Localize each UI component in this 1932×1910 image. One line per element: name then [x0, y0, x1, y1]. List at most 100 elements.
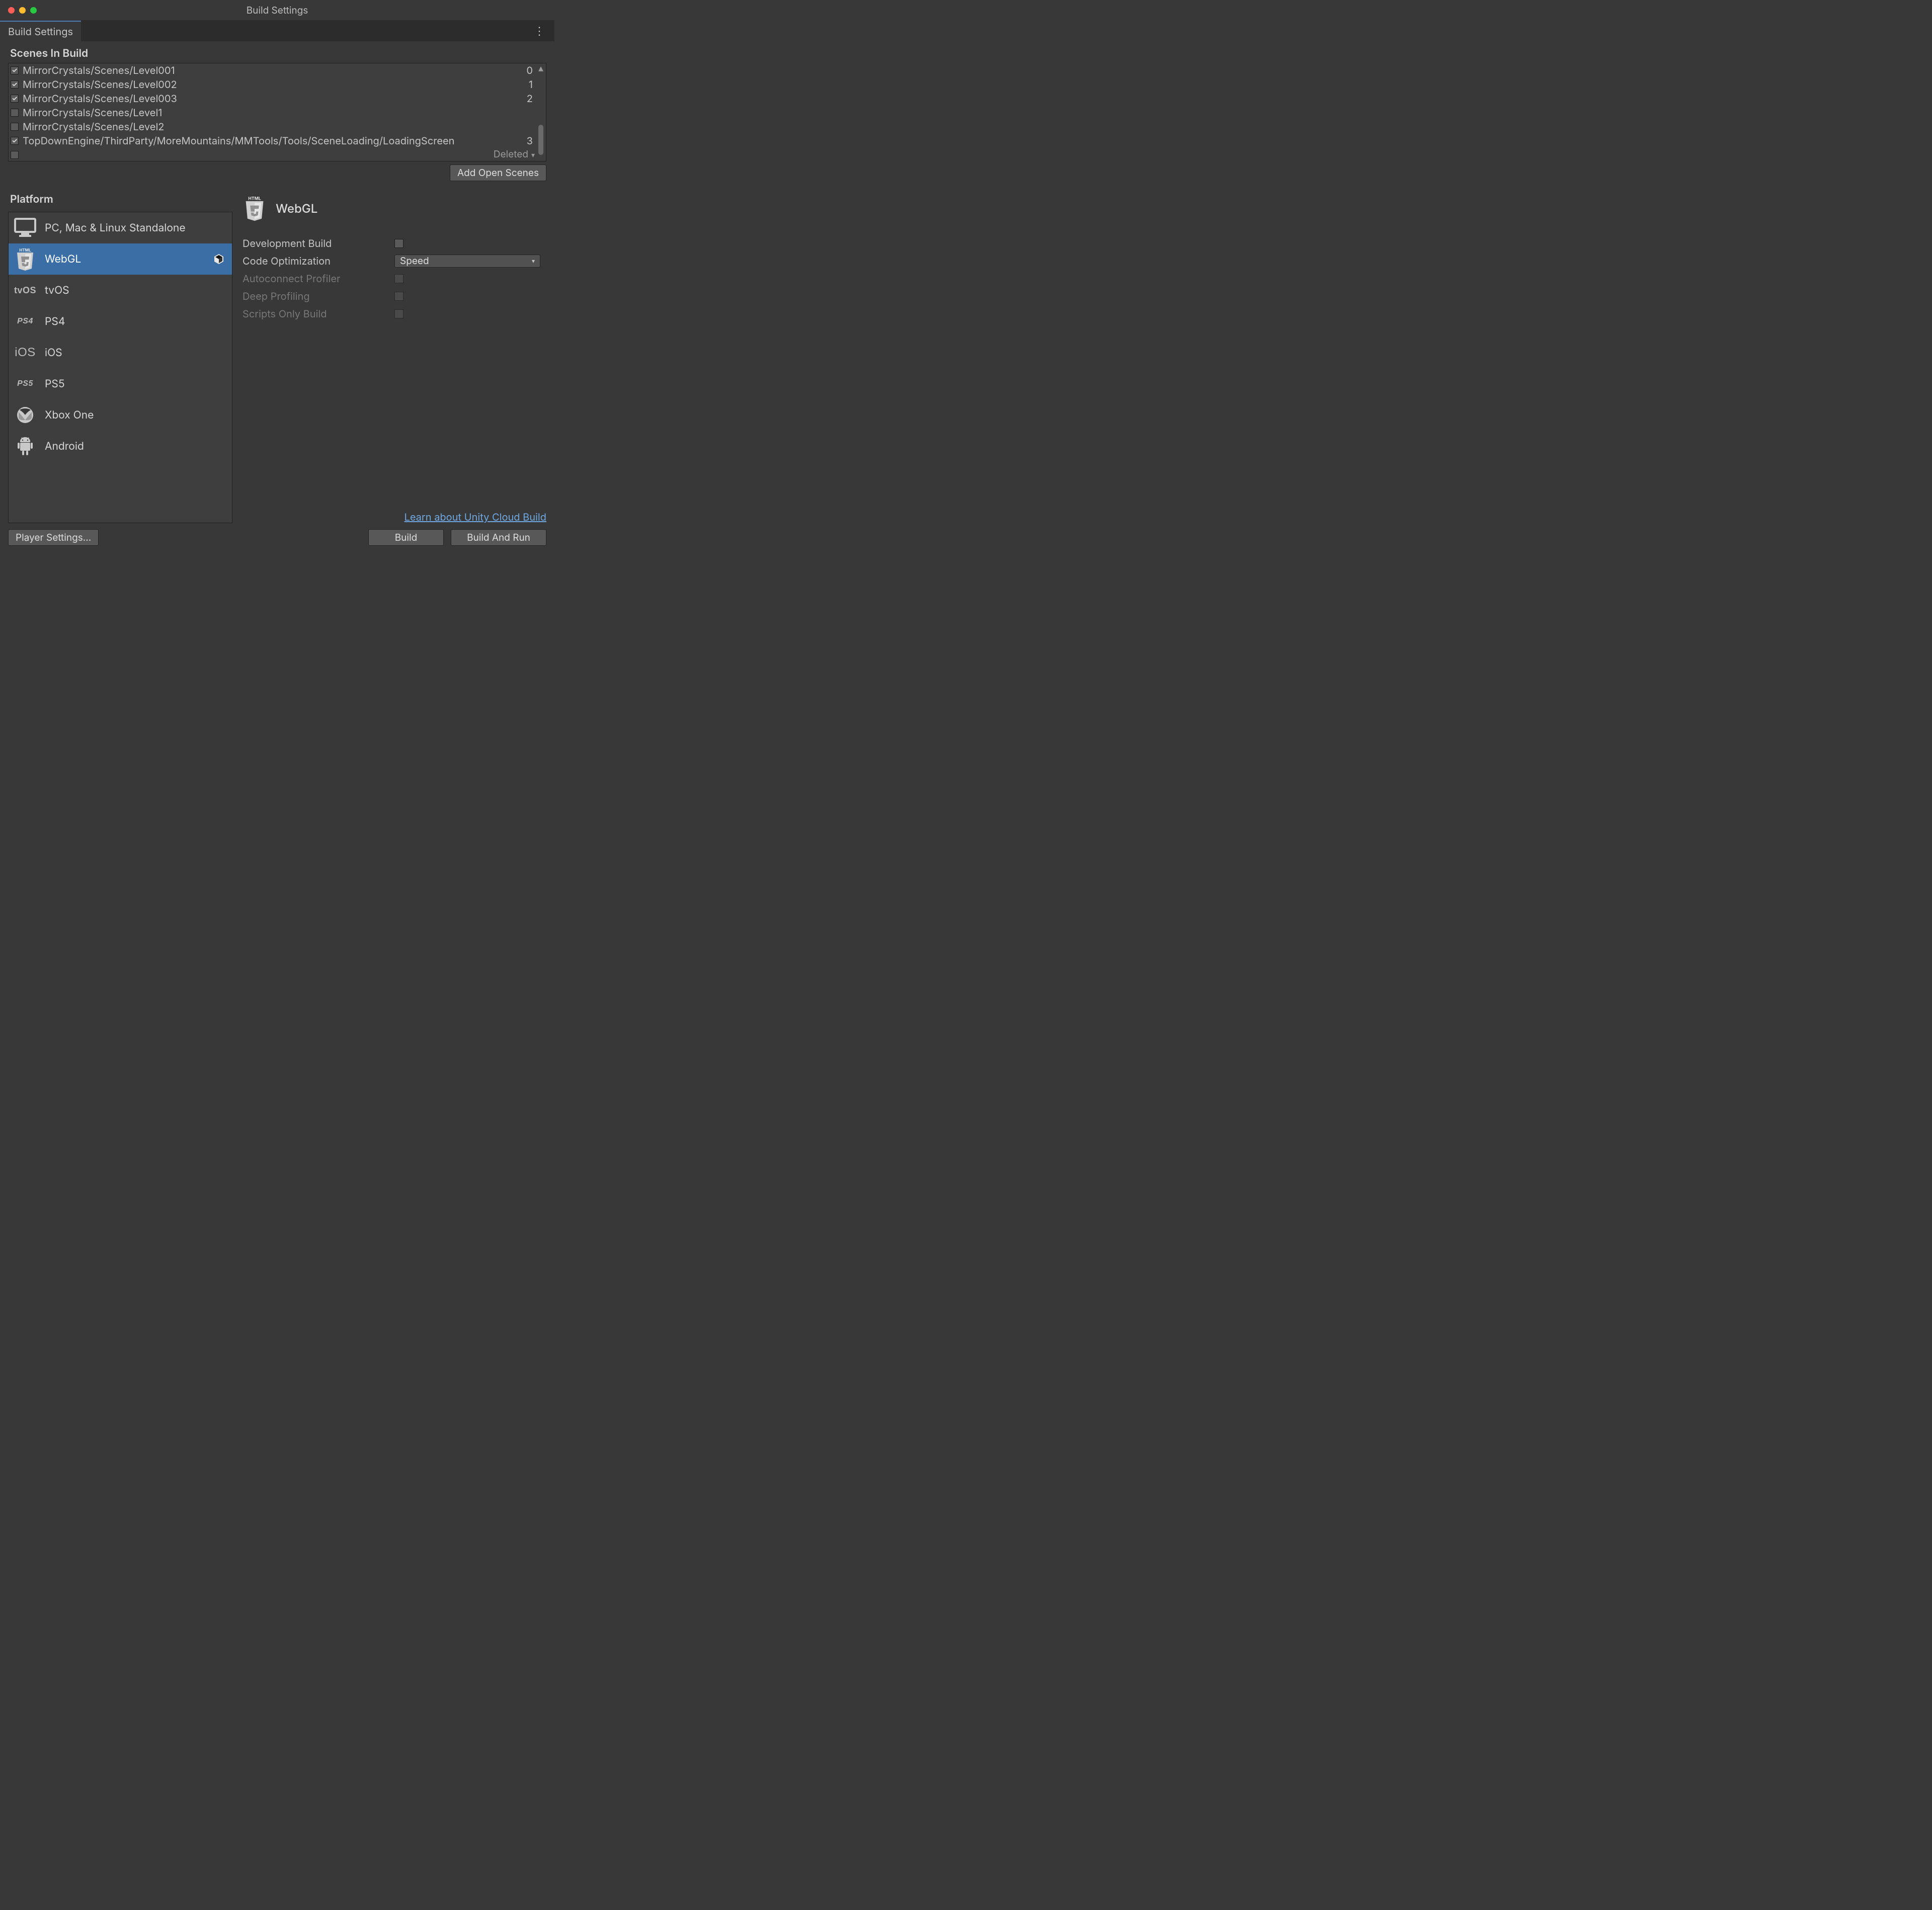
scenes-scrollbar[interactable]: ▴ — [537, 64, 545, 151]
xbox-icon — [14, 403, 37, 427]
platform-item-standalone[interactable]: PC, Mac & Linux Standalone — [9, 212, 232, 243]
platform-item-ps5[interactable]: PS5 PS5 — [9, 368, 232, 399]
scene-enabled-checkbox[interactable] — [11, 80, 19, 89]
scene-enabled-checkbox[interactable] — [11, 66, 19, 74]
scene-row[interactable]: MirrorCrystals/Scenes/Level1 — [9, 106, 536, 120]
platform-label: PS4 — [45, 315, 65, 328]
bottom-button-bar: Player Settings... Build Build And Run — [8, 529, 546, 546]
window-title: Build Settings — [0, 5, 554, 16]
android-icon — [14, 435, 37, 458]
scene-path: TopDownEngine/ThirdParty/MoreMountains/M… — [23, 135, 521, 147]
scene-row[interactable]: MirrorCrystals/Scenes/Level002 1 — [9, 77, 536, 92]
setting-label: Scripts Only Build — [243, 308, 394, 320]
player-settings-button[interactable]: Player Settings... — [8, 529, 99, 546]
svg-text:HTML: HTML — [19, 247, 31, 253]
scene-row[interactable]: MirrorCrystals/Scenes/Level2 — [9, 120, 536, 134]
scene-row[interactable]: MirrorCrystals/Scenes/Level001 0 — [9, 63, 536, 77]
scenes-heading: Scenes In Build — [10, 47, 546, 60]
platform-list: PC, Mac & Linux Standalone HTML WebGL tv… — [8, 212, 232, 523]
add-open-scenes-button[interactable]: Add Open Scenes — [450, 164, 546, 181]
scene-enabled-checkbox[interactable] — [11, 109, 19, 117]
scene-enabled-checkbox[interactable] — [11, 137, 19, 145]
platform-label: PC, Mac & Linux Standalone — [45, 222, 186, 234]
platform-settings-panel: HTML WebGL Development Build Code Optimi… — [243, 191, 546, 523]
setting-label: Code Optimization — [243, 255, 394, 267]
scene-enabled-checkbox[interactable] — [11, 151, 19, 159]
scene-row[interactable] — [9, 148, 536, 161]
tvos-text-icon: tvOS — [14, 279, 37, 302]
unity-cloud-build-link[interactable]: Learn about Unity Cloud Build — [405, 511, 546, 523]
scene-index: 3 — [521, 135, 536, 147]
platform-label: WebGL — [45, 253, 81, 266]
current-platform-indicator-icon — [213, 253, 225, 265]
setting-label: Development Build — [243, 237, 394, 250]
settings-header: HTML WebGL — [243, 196, 546, 220]
platform-item-tvos[interactable]: tvOS tvOS — [9, 275, 232, 306]
scene-index: 2 — [521, 93, 536, 105]
scene-path: MirrorCrystals/Scenes/Level003 — [23, 93, 521, 105]
setting-label: Autoconnect Profiler — [243, 273, 394, 285]
code-optimization-dropdown[interactable]: Speed ▾ — [394, 255, 540, 268]
ios-text-icon: iOS — [14, 341, 37, 364]
chevron-down-icon: ▾ — [532, 257, 535, 265]
build-and-run-button[interactable]: Build And Run — [451, 529, 546, 546]
window-titlebar: Build Settings — [0, 0, 554, 20]
platform-item-ios[interactable]: iOS iOS — [9, 337, 232, 368]
setting-label: Deep Profiling — [243, 290, 394, 302]
tab-bar: Build Settings — [0, 20, 554, 41]
platform-item-ps4[interactable]: PS4 PS4 — [9, 306, 232, 337]
platform-label: Android — [45, 440, 84, 453]
tab-label: Build Settings — [8, 26, 73, 38]
platform-item-webgl[interactable]: HTML WebGL — [9, 243, 232, 275]
scene-row[interactable]: TopDownEngine/ThirdParty/MoreMountains/M… — [9, 134, 536, 148]
setting-row-code-optimization: Code Optimization Speed ▾ — [243, 252, 546, 270]
platform-area: Platform PC, Mac & Linux Standalone HTML… — [8, 191, 546, 523]
scene-row[interactable]: MirrorCrystals/Scenes/Level003 2 — [9, 92, 536, 106]
scene-enabled-checkbox[interactable] — [11, 95, 19, 103]
platform-item-android[interactable]: Android — [9, 431, 232, 462]
development-build-checkbox[interactable] — [394, 239, 404, 248]
deleted-scene-entry[interactable]: Deleted — [494, 148, 535, 160]
tab-build-settings[interactable]: Build Settings — [0, 21, 81, 41]
settings-title: WebGL — [276, 201, 317, 216]
platform-heading: Platform — [10, 193, 232, 206]
html5-icon: HTML — [14, 247, 37, 271]
scene-path: MirrorCrystals/Scenes/Level2 — [23, 121, 521, 133]
kebab-menu-icon — [534, 25, 545, 38]
scenes-in-build-list[interactable]: MirrorCrystals/Scenes/Level001 0 MirrorC… — [8, 63, 546, 161]
scroll-up-icon: ▴ — [537, 64, 545, 71]
setting-row-autoconnect-profiler: Autoconnect Profiler — [243, 270, 546, 287]
setting-row-scripts-only-build: Scripts Only Build — [243, 305, 546, 322]
tab-context-menu-button[interactable] — [534, 21, 554, 41]
deep-profiling-checkbox — [394, 292, 404, 301]
setting-row-deep-profiling: Deep Profiling — [243, 287, 546, 305]
scene-enabled-checkbox[interactable] — [11, 123, 19, 131]
build-button[interactable]: Build — [368, 529, 444, 546]
build-settings-window: Build Settings Build Settings Scenes In … — [0, 0, 554, 552]
scripts-only-build-checkbox — [394, 309, 404, 318]
platform-item-xbox-one[interactable]: Xbox One — [9, 399, 232, 431]
platform-label: iOS — [45, 347, 62, 359]
settings-footer: Learn about Unity Cloud Build — [243, 511, 546, 523]
html5-icon: HTML — [243, 196, 267, 220]
ps5-text-icon: PS5 — [14, 372, 37, 395]
scenes-scroll-viewport: MirrorCrystals/Scenes/Level001 0 MirrorC… — [9, 63, 536, 161]
platform-label: PS5 — [45, 378, 65, 390]
svg-text:HTML: HTML — [248, 197, 261, 202]
content-area: Scenes In Build MirrorCrystals/Scenes/Le… — [0, 41, 554, 552]
chevron-down-icon — [531, 148, 535, 160]
platform-column: Platform PC, Mac & Linux Standalone HTML… — [8, 191, 232, 523]
autoconnect-profiler-checkbox — [394, 274, 404, 283]
setting-row-development-build: Development Build — [243, 234, 546, 252]
scene-index: 0 — [521, 64, 536, 76]
ps4-text-icon: PS4 — [14, 310, 37, 333]
platform-label: tvOS — [45, 284, 69, 297]
scrollbar-thumb[interactable] — [538, 125, 543, 155]
dropdown-value: Speed — [400, 255, 429, 267]
scene-path: MirrorCrystals/Scenes/Level002 — [23, 78, 521, 91]
platform-label: Xbox One — [45, 409, 94, 422]
scene-path: MirrorCrystals/Scenes/Level001 — [23, 64, 521, 76]
monitor-icon — [14, 216, 37, 239]
scene-index: 1 — [521, 78, 536, 91]
add-scenes-row: Add Open Scenes — [8, 164, 546, 181]
